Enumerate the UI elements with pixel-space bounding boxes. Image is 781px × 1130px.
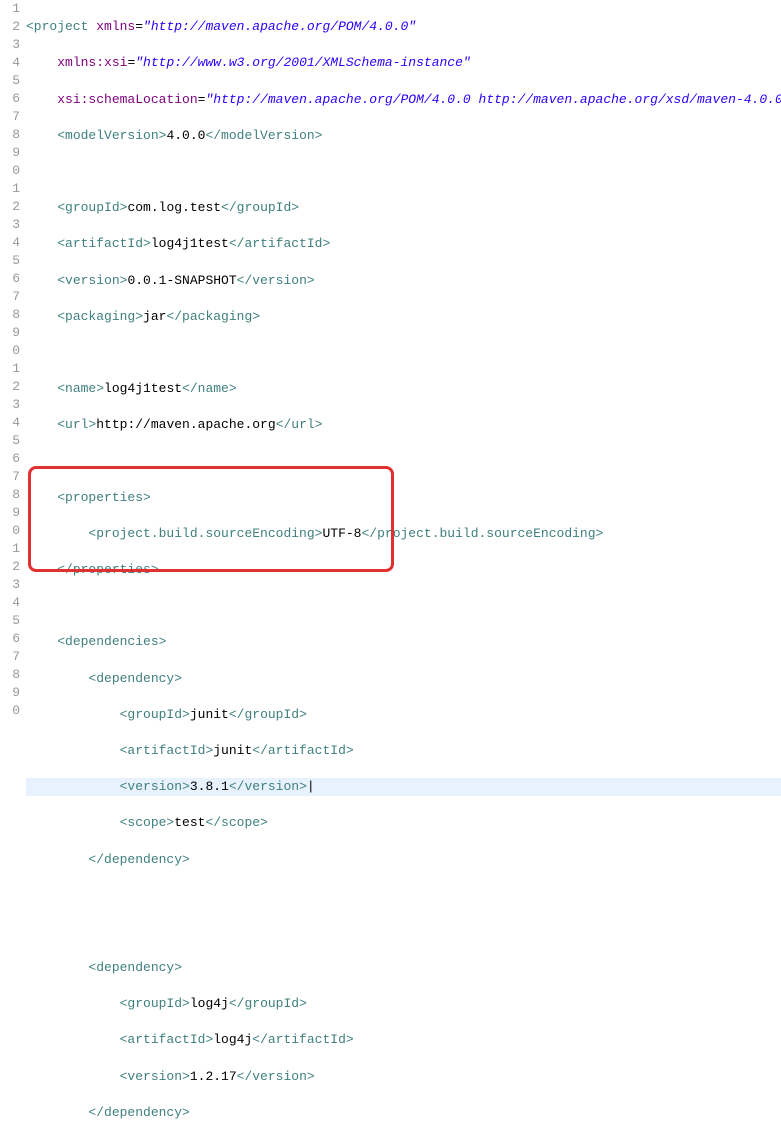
- line-number: 7: [0, 108, 20, 126]
- line-number: 8: [0, 486, 20, 504]
- line-number: 3: [0, 396, 20, 414]
- code-line: [26, 452, 781, 470]
- code-line: <dependency>: [26, 959, 781, 977]
- code-line: <properties>: [26, 489, 781, 507]
- line-number: 9: [0, 144, 20, 162]
- line-number: 2: [0, 558, 20, 576]
- code-editor: 1 2 3 4 5 6 7 8 9 0 1 2 3 4 5 6 7 8 9 0 …: [0, 0, 781, 1130]
- line-number: 3: [0, 36, 20, 54]
- code-line: <artifactId>junit</artifactId>: [26, 742, 781, 760]
- code-line: <scope>test</scope>: [26, 814, 781, 832]
- line-number: 7: [0, 468, 20, 486]
- code-line: <packaging>jar</packaging>: [26, 308, 781, 326]
- cursor: |: [307, 779, 315, 794]
- code-line: <groupId>log4j</groupId>: [26, 995, 781, 1013]
- code-line: [26, 344, 781, 362]
- line-number: 7: [0, 648, 20, 666]
- line-number: 4: [0, 594, 20, 612]
- line-number: 5: [0, 432, 20, 450]
- code-line: <groupId>junit</groupId>: [26, 706, 781, 724]
- line-number: 6: [0, 270, 20, 288]
- line-number: 3: [0, 576, 20, 594]
- code-line: <modelVersion>4.0.0</modelVersion>: [26, 127, 781, 145]
- code-area[interactable]: <project xmlns="http://maven.apache.org/…: [26, 0, 781, 1130]
- code-line: <dependency>: [26, 670, 781, 688]
- line-number: 0: [0, 162, 20, 180]
- line-number: 5: [0, 72, 20, 90]
- line-number: 4: [0, 414, 20, 432]
- line-number: 5: [0, 612, 20, 630]
- code-line: <version>0.0.1-SNAPSHOT</version>: [26, 272, 781, 290]
- line-number: 2: [0, 198, 20, 216]
- line-number-gutter: 1 2 3 4 5 6 7 8 9 0 1 2 3 4 5 6 7 8 9 0 …: [0, 0, 26, 1130]
- line-number: 1: [0, 360, 20, 378]
- line-number: 6: [0, 90, 20, 108]
- line-number: 7: [0, 288, 20, 306]
- code-line: </properties>: [26, 561, 781, 579]
- line-number: 8: [0, 126, 20, 144]
- line-number: 2: [0, 378, 20, 396]
- line-number: 6: [0, 630, 20, 648]
- line-number: 5: [0, 252, 20, 270]
- code-line: <artifactId>log4j1test</artifactId>: [26, 235, 781, 253]
- code-line: xsi:schemaLocation="http://maven.apache.…: [26, 91, 781, 109]
- line-number: 3: [0, 216, 20, 234]
- code-line: <project.build.sourceEncoding>UTF-8</pro…: [26, 525, 781, 543]
- code-line: xmlns:xsi="http://www.w3.org/2001/XMLSch…: [26, 54, 781, 72]
- line-number: 6: [0, 450, 20, 468]
- code-line: <name>log4j1test</name>: [26, 380, 781, 398]
- code-line: </dependency>: [26, 1104, 781, 1122]
- code-line: [26, 163, 781, 181]
- line-number: 9: [0, 684, 20, 702]
- code-line: <url>http://maven.apache.org</url>: [26, 416, 781, 434]
- line-number: 0: [0, 702, 20, 720]
- code-line: [26, 923, 781, 941]
- line-number: 8: [0, 306, 20, 324]
- code-line: <version>1.2.17</version>: [26, 1068, 781, 1086]
- line-number: 2: [0, 18, 20, 36]
- line-number: 1: [0, 180, 20, 198]
- code-line: [26, 597, 781, 615]
- line-number: 0: [0, 342, 20, 360]
- line-number: 1: [0, 0, 20, 18]
- line-number: 8: [0, 666, 20, 684]
- code-line-highlighted: <version>3.8.1</version>|: [26, 778, 781, 796]
- code-line: <dependencies>: [26, 633, 781, 651]
- line-number: 4: [0, 234, 20, 252]
- line-number: 9: [0, 324, 20, 342]
- code-line: <project xmlns="http://maven.apache.org/…: [26, 18, 781, 36]
- code-line: <artifactId>log4j</artifactId>: [26, 1031, 781, 1049]
- code-line: </dependency>: [26, 851, 781, 869]
- code-line: [26, 887, 781, 905]
- line-number: 9: [0, 504, 20, 522]
- code-line: <groupId>com.log.test</groupId>: [26, 199, 781, 217]
- line-number: 0: [0, 522, 20, 540]
- line-number: 4: [0, 54, 20, 72]
- line-number: 1: [0, 540, 20, 558]
